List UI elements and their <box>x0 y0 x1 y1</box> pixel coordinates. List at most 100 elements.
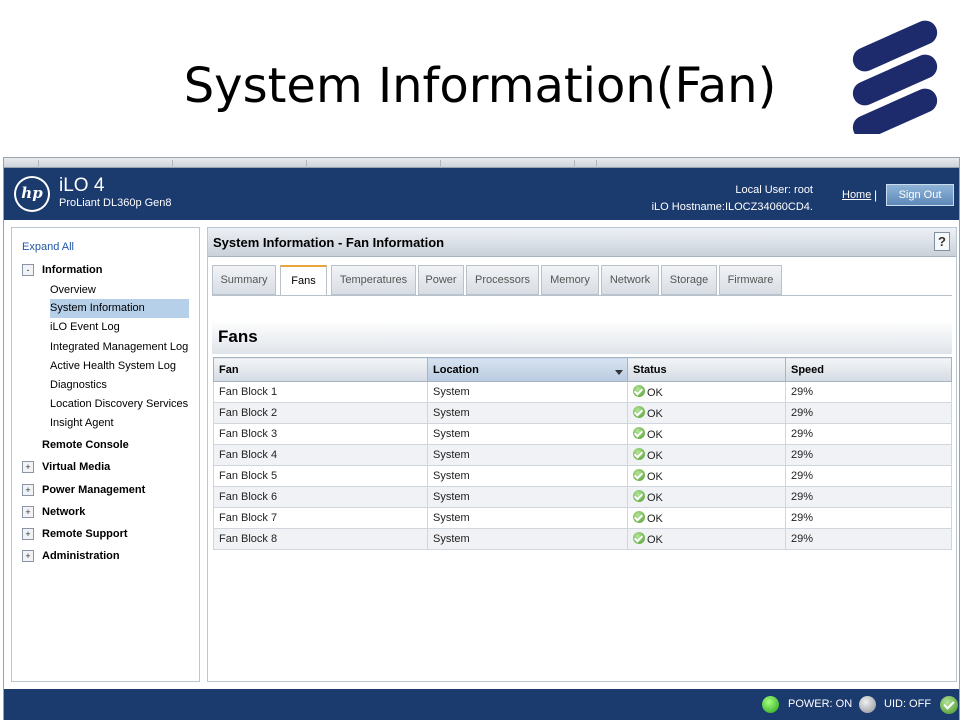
product-name: iLO 4 <box>59 175 105 196</box>
fan-name: Fan Block 4 <box>213 444 428 466</box>
browser-tab-strip <box>4 158 959 168</box>
fan-status: OK <box>627 402 786 424</box>
ok-check-icon <box>633 385 645 397</box>
column-header-location[interactable]: Location <box>427 357 628 382</box>
fan-status: OK <box>627 486 786 508</box>
table-row: Fan Block 6 System OK 29% <box>213 486 952 508</box>
table-row: Fan Block 7 System OK 29% <box>213 507 952 529</box>
ok-check-icon <box>633 532 645 544</box>
sort-arrow-icon[interactable] <box>615 369 623 375</box>
fan-table: Fan Location Status Speed Fan Block 1 Sy… <box>213 357 952 550</box>
fan-name: Fan Block 2 <box>213 402 428 424</box>
company-logo <box>852 20 938 134</box>
nav-item-integrated-management-log[interactable]: Integrated Management Log <box>50 338 188 357</box>
fan-name: Fan Block 6 <box>213 486 428 508</box>
page-title: System Information - Fan Information <box>213 235 445 250</box>
main-content: System Information - Fan Information ? S… <box>207 227 957 682</box>
tab-fans[interactable]: Fans <box>280 265 327 296</box>
column-header-fan[interactable]: Fan <box>213 357 428 382</box>
tab-firmware[interactable]: Firmware <box>719 265 782 295</box>
user-info: Local User: root iLO Hostname:ILOCZ34060… <box>652 182 813 216</box>
nav-item-overview[interactable]: Overview <box>50 281 96 300</box>
fan-location: System <box>427 507 628 529</box>
content-title-bar: System Information - Fan Information ? <box>208 228 956 257</box>
server-model: ProLiant DL360p Gen8 <box>59 197 172 209</box>
tab-memory[interactable]: Memory <box>541 265 599 295</box>
fan-location: System <box>427 465 628 487</box>
hp-logo: hp <box>14 176 50 212</box>
uid-led-icon[interactable] <box>859 696 876 713</box>
nav-sidebar: Expand All - Information Overview System… <box>11 227 200 682</box>
slide-title: System Information(Fan) <box>183 58 777 114</box>
fan-status: OK <box>627 444 786 466</box>
fan-location: System <box>427 423 628 445</box>
help-icon[interactable]: ? <box>934 232 950 251</box>
column-header-speed[interactable]: Speed <box>785 357 952 382</box>
fan-name: Fan Block 8 <box>213 528 428 550</box>
local-user: Local User: root <box>735 184 813 196</box>
ok-check-icon <box>633 406 645 418</box>
browser-window: hp iLO 4 ProLiant DL360p Gen8 Local User… <box>3 157 960 720</box>
nav-item-system-information[interactable]: System Information <box>50 299 189 318</box>
health-ok-icon[interactable] <box>940 696 958 714</box>
fan-speed: 29% <box>785 444 952 466</box>
nav-item-ilo-event-log[interactable]: iLO Event Log <box>50 318 120 337</box>
tab-temperatures[interactable]: Temperatures <box>331 265 416 295</box>
fan-location: System <box>427 486 628 508</box>
section-header <box>212 320 952 354</box>
uid-status: UID: OFF <box>884 698 932 710</box>
fan-status: OK <box>627 381 786 403</box>
table-header-row: Fan Location Status Speed <box>213 357 952 382</box>
nav-item-active-health-system-log[interactable]: Active Health System Log <box>50 357 176 376</box>
table-row: Fan Block 5 System OK 29% <box>213 465 952 487</box>
nav-item-insight-agent[interactable]: Insight Agent <box>50 414 114 433</box>
ok-check-icon <box>633 469 645 481</box>
tab-divider <box>212 295 952 296</box>
fan-status: OK <box>627 528 786 550</box>
fan-speed: 29% <box>785 423 952 445</box>
fan-status: OK <box>627 465 786 487</box>
fan-speed: 29% <box>785 402 952 424</box>
expand-icon[interactable]: + <box>22 506 34 518</box>
tab-processors[interactable]: Processors <box>466 265 539 295</box>
nav-item-location-discovery-services[interactable]: Location Discovery Services <box>50 395 188 414</box>
fan-speed: 29% <box>785 465 952 487</box>
link-separator: | <box>874 188 878 202</box>
table-row: Fan Block 3 System OK 29% <box>213 423 952 445</box>
fan-speed: 29% <box>785 507 952 529</box>
nav-item-diagnostics[interactable]: Diagnostics <box>50 376 107 395</box>
tab-network[interactable]: Network <box>601 265 659 295</box>
table-row: Fan Block 1 System OK 29% <box>213 381 952 403</box>
sign-out-button[interactable]: Sign Out <box>886 184 954 206</box>
fan-name: Fan Block 7 <box>213 507 428 529</box>
nav-item-remote-console[interactable]: Remote Console <box>42 439 129 451</box>
fan-status: OK <box>627 507 786 529</box>
table-row: Fan Block 4 System OK 29% <box>213 444 952 466</box>
home-link[interactable]: Home <box>842 189 871 201</box>
fan-location: System <box>427 381 628 403</box>
expand-all-link[interactable]: Expand All <box>22 241 74 253</box>
expand-icon[interactable]: + <box>22 528 34 540</box>
fan-speed: 29% <box>785 381 952 403</box>
expand-icon[interactable]: + <box>22 550 34 562</box>
table-row: Fan Block 2 System OK 29% <box>213 402 952 424</box>
fan-location: System <box>427 402 628 424</box>
tab-power[interactable]: Power <box>418 265 464 295</box>
fan-speed: 29% <box>785 486 952 508</box>
tab-summary[interactable]: Summary <box>212 265 276 295</box>
expand-icon[interactable]: + <box>22 484 34 496</box>
fan-name: Fan Block 3 <box>213 423 428 445</box>
power-led-icon[interactable] <box>762 696 779 713</box>
expand-icon[interactable]: + <box>22 461 34 473</box>
collapse-icon[interactable]: - <box>22 264 34 276</box>
tab-storage[interactable]: Storage <box>661 265 717 295</box>
fan-name: Fan Block 5 <box>213 465 428 487</box>
column-header-status[interactable]: Status <box>627 357 786 382</box>
ilo-header: hp iLO 4 ProLiant DL360p Gen8 Local User… <box>4 168 959 220</box>
fan-location: System <box>427 528 628 550</box>
ok-check-icon <box>633 490 645 502</box>
fan-location: System <box>427 444 628 466</box>
fan-speed: 29% <box>785 528 952 550</box>
fan-name: Fan Block 1 <box>213 381 428 403</box>
fan-status: OK <box>627 423 786 445</box>
